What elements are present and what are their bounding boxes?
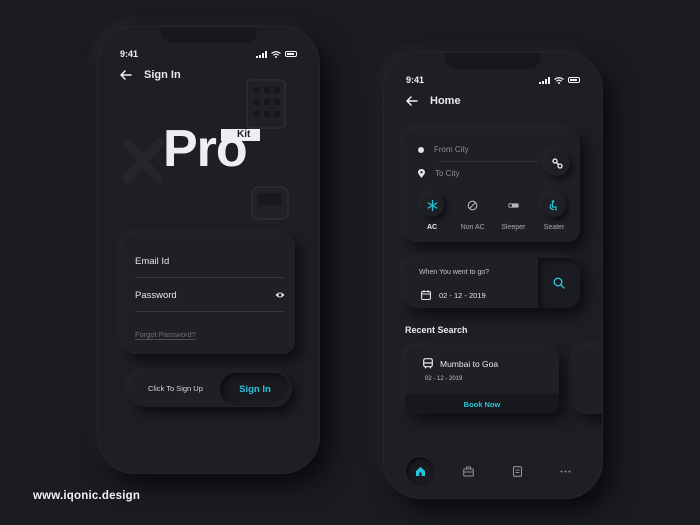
more-icon — [560, 470, 571, 472]
status-time: 9:41 — [406, 75, 425, 85]
logo-badge: Kit — [221, 129, 261, 141]
status-bar: 9:41 — [120, 48, 297, 60]
bus-icon — [423, 358, 433, 369]
password-field[interactable]: Password — [135, 290, 285, 312]
bus-type-label: AC — [426, 224, 438, 231]
search-icon — [553, 277, 565, 289]
bus-type-sleeper[interactable]: Sleeper — [493, 193, 533, 231]
recent-search-card[interactable]: Mumbai to Goa 02 - 12 - 2019 Book Now — [405, 347, 559, 414]
password-underline — [135, 311, 285, 312]
date-value: 02 - 12 - 2019 — [439, 290, 486, 300]
signal-icon — [256, 50, 267, 58]
status-time: 9:41 — [120, 49, 139, 59]
swap-icon — [551, 157, 563, 169]
auth-action-bar: Click To Sign Up Sign In — [128, 371, 292, 407]
from-city-input[interactable]: From City — [418, 145, 469, 154]
wifi-icon — [271, 50, 281, 58]
signup-link[interactable]: Click To Sign Up — [148, 384, 203, 393]
decor-bus-icon — [251, 186, 289, 220]
battery-icon — [285, 51, 297, 57]
email-placeholder: Email Id — [135, 256, 170, 267]
bus-type-label: Sleeper — [501, 224, 526, 231]
back-arrow-icon[interactable] — [406, 96, 418, 106]
home-phone: 9:41 Home From City To City AC Non AC Sl… — [383, 52, 603, 499]
back-arrow-icon[interactable] — [120, 70, 132, 80]
page-title: Sign In — [144, 69, 181, 81]
phone-notch — [445, 53, 541, 69]
search-button[interactable] — [538, 258, 580, 308]
site-url: www.iqonic.design — [33, 490, 141, 502]
recent-search-card-next[interactable] — [574, 347, 602, 414]
email-underline — [135, 277, 285, 278]
decor-plane-icon — [123, 139, 163, 183]
bottom-tab-bar — [384, 450, 602, 498]
tab-home[interactable] — [406, 457, 435, 485]
status-bar: 9:41 — [406, 74, 580, 86]
eye-icon[interactable] — [275, 291, 285, 299]
wifi-icon — [554, 76, 564, 84]
route-name: Mumbai to Goa — [440, 358, 499, 369]
snowflake-icon — [427, 199, 437, 211]
document-icon — [512, 465, 522, 477]
book-now-button[interactable]: Book Now — [405, 394, 559, 414]
signin-phone: 9:41 Sign In Pro Kit Email Id Password F… — [97, 26, 320, 474]
to-city-placeholder: To City — [435, 169, 460, 178]
calendar-icon — [421, 290, 431, 300]
signal-icon — [539, 76, 550, 84]
bus-type-seater[interactable]: Seater — [534, 193, 574, 231]
signin-header: Sign In — [120, 69, 181, 81]
bus-type-label: Non AC — [460, 224, 485, 231]
page-title: Home — [430, 95, 461, 107]
travel-date-card: When You went to go? 02 - 12 - 2019 — [404, 258, 580, 308]
pro-kit-logo: Pro Kit — [118, 79, 308, 220]
to-city-input[interactable]: To City — [418, 169, 459, 178]
signin-button[interactable]: Sign In — [220, 373, 290, 405]
phone-notch — [160, 27, 257, 43]
recent-route: Mumbai to Goa — [423, 358, 498, 369]
tab-bookings[interactable] — [455, 457, 483, 485]
login-form: Email Id Password Forgot Password? — [123, 234, 295, 354]
bus-type-selector: AC Non AC Sleeper Seater — [412, 193, 574, 231]
from-city-placeholder: From City — [434, 145, 469, 154]
route-search-card: From City To City AC Non AC Sleeper Seat… — [404, 129, 580, 242]
date-picker[interactable]: 02 - 12 - 2019 — [421, 290, 486, 300]
briefcase-icon — [463, 465, 475, 477]
no-ac-icon — [467, 200, 478, 210]
swap-cities-button[interactable] — [544, 150, 570, 176]
date-question: When You went to go? — [419, 269, 490, 276]
email-field[interactable]: Email Id — [135, 256, 285, 278]
home-header: Home — [406, 95, 461, 107]
decor-building-icon — [246, 79, 286, 129]
password-placeholder: Password — [135, 290, 177, 301]
bus-type-ac[interactable]: AC — [412, 193, 452, 231]
battery-icon — [568, 77, 580, 83]
home-icon — [415, 466, 425, 476]
forgot-password-link[interactable]: Forgot Password? — [135, 330, 196, 340]
bus-type-label: Seater — [543, 224, 565, 231]
recent-search-heading: Recent Search — [405, 325, 468, 335]
tab-more[interactable] — [552, 457, 580, 485]
route-date: 02 - 12 - 2019 — [425, 376, 463, 382]
bed-icon — [508, 202, 519, 208]
city-divider — [438, 161, 538, 162]
seat-icon — [550, 199, 558, 211]
location-pin-icon — [418, 169, 425, 178]
bus-type-non-ac[interactable]: Non AC — [453, 193, 493, 231]
tab-documents[interactable] — [503, 457, 531, 485]
origin-dot-icon — [418, 146, 424, 153]
